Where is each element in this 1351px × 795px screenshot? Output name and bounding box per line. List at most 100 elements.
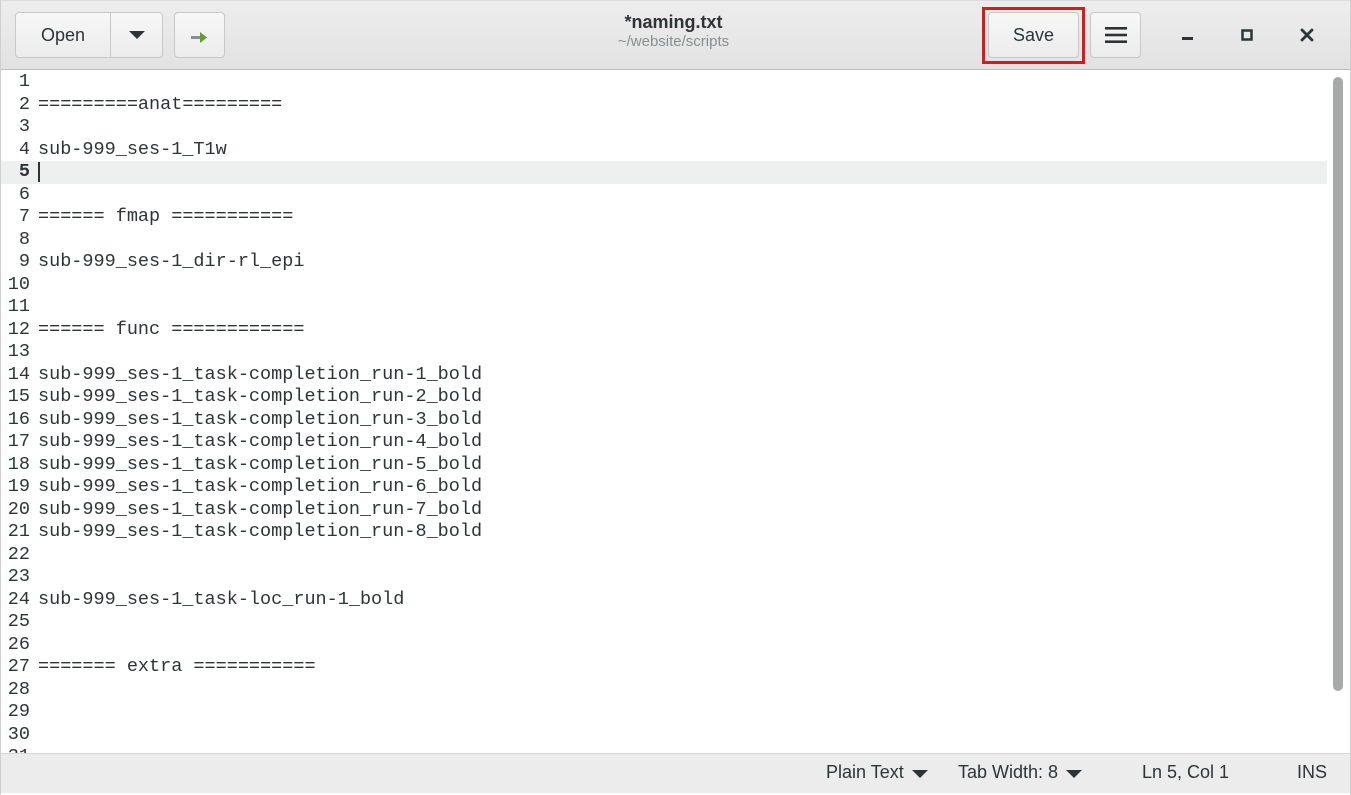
line-number: 28	[7, 678, 30, 700]
editor-line[interactable]: 10	[1, 274, 1327, 297]
line-number: 24	[7, 588, 30, 610]
close-icon	[1300, 28, 1314, 42]
line-text[interactable]: ====== func ============	[38, 319, 304, 342]
insert-mode: INS	[1297, 762, 1327, 783]
line-text[interactable]: sub-999_ses-1_task-completion_run-6_bold	[38, 476, 482, 499]
line-number: 27	[7, 656, 30, 677]
gedit-window: Open *naming.txt ~/website/scripts Save	[0, 0, 1351, 795]
editor-line[interactable]: 3	[1, 116, 1327, 139]
editor-line[interactable]: 12 ====== func ============	[1, 319, 1327, 342]
editor-line[interactable]: 19 sub-999_ses-1_task-completion_run-6_bo…	[1, 476, 1327, 499]
save-button[interactable]: Save	[988, 12, 1079, 58]
editor-line[interactable]: 9 sub-999_ses-1_dir-rl_epi	[1, 251, 1327, 274]
line-text[interactable]: sub-999_ses-1_task-completion_run-4_bold	[38, 431, 482, 454]
line-number: 9	[18, 251, 30, 272]
line-number: 1	[18, 71, 30, 92]
line-text[interactable]: =========anat=========	[38, 94, 282, 117]
save-button-label: Save	[1012, 24, 1055, 45]
open-button[interactable]: Open	[15, 12, 111, 58]
line-text[interactable]: sub-999_ses-1_task-completion_run-3_bold	[38, 409, 482, 432]
minimize-icon	[1182, 37, 1193, 40]
line-number: 3	[18, 116, 30, 137]
line-text[interactable]: ======= extra ===========	[38, 656, 316, 679]
line-number: 7	[18, 206, 30, 227]
line-number: 17	[7, 431, 30, 452]
editor-line[interactable]: 15 sub-999_ses-1_task-completion_run-2_bo…	[1, 386, 1327, 409]
language-label: Plain Text	[826, 762, 904, 782]
editor-line[interactable]: 7 ====== fmap ===========	[1, 206, 1327, 229]
hamburger-menu-button[interactable]	[1090, 12, 1141, 58]
editor-line[interactable]: 22	[1, 544, 1327, 567]
line-text[interactable]: sub-999_ses-1_dir-rl_epi	[38, 251, 304, 274]
document-title: *naming.txt	[624, 12, 723, 32]
line-text[interactable]: ====== fmap ===========	[38, 206, 293, 229]
line-number: 20	[7, 498, 30, 520]
line-number: 22	[7, 543, 30, 565]
line-number: 6	[18, 183, 30, 205]
editor-line[interactable]: 31	[1, 746, 1327, 753]
line-number: 26	[7, 633, 30, 655]
editor-line[interactable]: 18 sub-999_ses-1_task-completion_run-5_bo…	[1, 454, 1327, 477]
open-dropdown-button[interactable]	[110, 12, 163, 58]
line-text[interactable]: sub-999_ses-1_task-completion_run-5_bold	[38, 454, 482, 477]
line-number: 29	[7, 701, 30, 722]
editor-line[interactable]: 24 sub-999_ses-1_task-loc_run-1_bold	[1, 589, 1327, 612]
line-text[interactable]: sub-999_ses-1_task-completion_run-8_bold	[38, 521, 482, 544]
editor-line[interactable]: 30	[1, 724, 1327, 747]
editor-line[interactable]: 4 sub-999_ses-1_T1w	[1, 139, 1327, 162]
line-number: 15	[7, 386, 30, 407]
line-number: 13	[7, 341, 30, 362]
editor-line[interactable]: 17 sub-999_ses-1_task-completion_run-4_bo…	[1, 431, 1327, 454]
editor-line[interactable]: 29	[1, 701, 1327, 724]
editor-line[interactable]: 8	[1, 229, 1327, 252]
line-text[interactable]: sub-999_ses-1_T1w	[38, 139, 227, 162]
line-number: 23	[7, 566, 30, 587]
line-text[interactable]: sub-999_ses-1_task-loc_run-1_bold	[38, 589, 404, 612]
close-button[interactable]	[1290, 18, 1324, 52]
minimize-button[interactable]	[1171, 18, 1205, 52]
chevron-down-icon	[1066, 769, 1083, 778]
line-text[interactable]: sub-999_ses-1_task-completion_run-2_bold	[38, 386, 482, 409]
maximize-button[interactable]	[1230, 18, 1264, 52]
line-number: 2	[18, 93, 30, 115]
line-text[interactable]: sub-999_ses-1_task-completion_run-7_bold	[38, 499, 482, 522]
chevron-down-icon	[128, 31, 145, 39]
tab-width-selector[interactable]: Tab Width: 8	[958, 762, 1083, 783]
editor-line[interactable]: 5	[1, 161, 1327, 184]
text-editor[interactable]: 1 2 =========anat========= 3 4 sub-999_ses-1_…	[1, 71, 1327, 753]
line-number: 11	[7, 296, 30, 317]
line-number: 18	[7, 453, 30, 475]
line-number: 4	[18, 138, 30, 160]
line-number: 5	[18, 161, 30, 182]
editor-line[interactable]: 6	[1, 184, 1327, 207]
title-area: *naming.txt ~/website/scripts	[521, 11, 826, 51]
line-number: 21	[7, 521, 30, 542]
tab-width-label: Tab Width: 8	[958, 762, 1059, 782]
language-selector[interactable]: Plain Text	[826, 762, 928, 783]
editor-line[interactable]: 21 sub-999_ses-1_task-completion_run-8_bo…	[1, 521, 1327, 544]
line-number: 10	[7, 273, 30, 295]
editor-line[interactable]: 11	[1, 296, 1327, 319]
open-button-label: Open	[40, 24, 86, 45]
editor-line[interactable]: 2 =========anat=========	[1, 94, 1327, 117]
editor-line[interactable]: 23	[1, 566, 1327, 589]
cursor-position-label: Ln 5, Col 1	[1142, 762, 1230, 782]
scrollbar-thumb[interactable]	[1333, 77, 1343, 691]
editor-line[interactable]: 14 sub-999_ses-1_task-completion_run-1_bo…	[1, 364, 1327, 387]
vertical-scrollbar[interactable]	[1327, 71, 1350, 753]
editor-line[interactable]: 27 ======= extra ===========	[1, 656, 1327, 679]
editor-line[interactable]: 16 sub-999_ses-1_task-completion_run-3_bo…	[1, 409, 1327, 432]
editor-line[interactable]: 25	[1, 611, 1327, 634]
editor-line[interactable]: 13	[1, 341, 1327, 364]
status-bar: Plain Text Tab Width: 8 Ln 5, Col 1 INS	[1, 753, 1350, 793]
editor-line[interactable]: 1	[1, 71, 1327, 94]
editor-line[interactable]: 28	[1, 679, 1327, 702]
header-bar: Open *naming.txt ~/website/scripts Save	[1, 0, 1350, 70]
editor-line[interactable]: 20 sub-999_ses-1_task-completion_run-7_bo…	[1, 499, 1327, 522]
editor-line[interactable]: 26	[1, 634, 1327, 657]
new-document-button[interactable]	[174, 12, 225, 58]
line-text[interactable]: sub-999_ses-1_task-completion_run-1_bold	[38, 364, 482, 387]
line-number: 14	[7, 363, 30, 385]
hamburger-menu-icon	[1104, 27, 1127, 43]
text-cursor	[38, 162, 40, 182]
